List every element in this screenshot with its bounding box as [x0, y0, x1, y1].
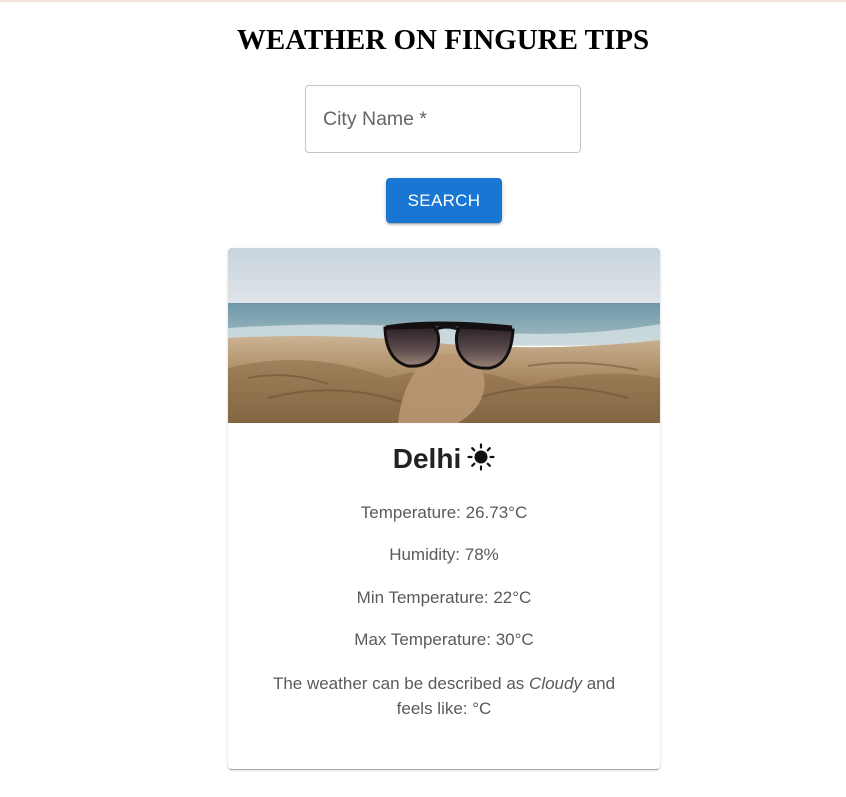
max-temperature-text: Max Temperature: 30°C — [354, 630, 534, 649]
beach-image — [228, 248, 660, 423]
feels-like-text: feels like: °C — [396, 699, 492, 718]
weather-condition: Cloudy — [529, 674, 582, 693]
humidity-text: Humidity: 78% — [389, 545, 499, 564]
description-prefix: The weather can be described as — [272, 674, 530, 693]
min-temperature-text: Min Temperature: 22°C — [356, 588, 532, 607]
weather-description: The weather can be described as Cloudy a… — [228, 671, 660, 721]
description-middle: and — [581, 674, 616, 693]
city-name-input[interactable] — [306, 86, 580, 152]
city-heading: Delhi — [0, 443, 846, 473]
sun-icon — [467, 443, 495, 471]
city-name-field[interactable]: City Name * — [305, 85, 581, 153]
search-button[interactable]: SEARCH — [386, 178, 502, 223]
city-name: Delhi — [392, 443, 462, 474]
temperature-text: Temperature: 26.73°C — [360, 503, 528, 522]
page-title: WEATHER ON FINGURE TIPS — [236, 24, 650, 56]
top-divider — [0, 0, 846, 2]
